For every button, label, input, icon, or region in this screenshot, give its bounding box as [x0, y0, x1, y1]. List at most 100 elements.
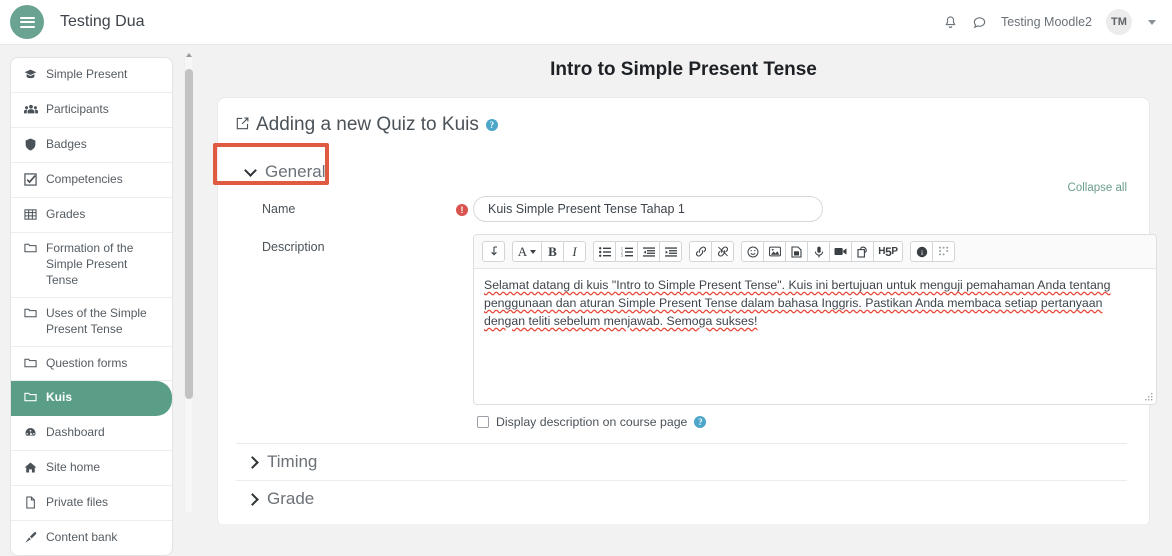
link-icon[interactable] — [689, 241, 712, 262]
sidebar-item-grades[interactable]: Grades — [11, 198, 172, 233]
folder-icon — [23, 391, 38, 403]
svg-text:i: i — [920, 247, 922, 256]
insert-image-icon[interactable] — [763, 241, 786, 262]
sidebar-item-question-forms[interactable]: Question forms — [11, 347, 172, 382]
manage-embedded-files-icon[interactable] — [851, 241, 874, 262]
hamburger-icon[interactable] — [10, 5, 44, 39]
toolbar-group-undo — [482, 241, 505, 262]
description-text: Selamat datang di kuis "Intro to Simple … — [484, 278, 1111, 328]
italic-icon[interactable]: I — [563, 241, 586, 262]
description-editor: A B I 123 H 5 P i Selamat datang di kuis… — [473, 234, 1157, 405]
file-icon — [23, 496, 38, 509]
sidebar-item-formation-of-the-simple-present-tense[interactable]: Formation of the Simple Present Tense — [11, 233, 172, 298]
outdent-icon[interactable] — [637, 241, 660, 262]
section-label: General — [265, 162, 326, 181]
record-video-icon[interactable] — [829, 241, 852, 262]
paragraph-style-icon[interactable]: A — [512, 241, 542, 262]
indent-icon[interactable] — [659, 241, 682, 262]
avatar[interactable]: TM — [1106, 9, 1132, 35]
emoticon-icon[interactable] — [741, 241, 764, 262]
help-circle-icon[interactable]: ? — [694, 416, 707, 428]
help-circle-icon[interactable]: ? — [485, 119, 498, 131]
sidebar-item-private-files[interactable]: Private files — [11, 486, 172, 522]
h5p-icon[interactable]: H5P — [873, 241, 903, 262]
section-label: Grade — [267, 489, 315, 508]
undo-redo-icon[interactable] — [482, 241, 505, 262]
main-content: Intro to Simple Present Tense Adding a n… — [205, 45, 1172, 524]
unlink-icon[interactable] — [711, 241, 734, 262]
folder-icon — [23, 357, 38, 369]
section-header-general[interactable]: General — [236, 154, 1127, 190]
sidebar-item-label: Kuis — [46, 390, 73, 405]
edit-square-icon — [236, 117, 249, 133]
description-textarea[interactable]: Selamat datang di kuis "Intro to Simple … — [474, 269, 1156, 404]
field-row-description: Description A B I 1 2 3 H 5 P i Selamat … — [236, 234, 1157, 405]
sidebar-item-label: Uses of the Simple Present Tense — [46, 305, 147, 336]
resize-grip-icon[interactable] — [1143, 391, 1154, 402]
required-exclamation-icon: ! — [451, 196, 473, 216]
table-grid-icon — [23, 208, 38, 221]
bullet-list-icon[interactable] — [593, 241, 616, 262]
chat-bubble-icon[interactable] — [972, 15, 987, 30]
sidebar-item-label: Site home — [46, 460, 101, 475]
home-icon — [23, 461, 38, 474]
section-header-grade[interactable]: Grade — [236, 481, 1127, 517]
display-description-row: Display description on course page ? — [236, 415, 1127, 429]
sidebar-item-uses-of-the-simple-present-tense[interactable]: Uses of the Simple Present Tense — [11, 298, 172, 347]
bell-icon[interactable] — [943, 15, 958, 30]
checkbox-checked-icon — [23, 173, 38, 186]
display-description-checkbox[interactable] — [477, 416, 489, 428]
scroll-up-arrow-icon[interactable] — [186, 53, 192, 57]
chevron-down-icon — [244, 163, 257, 177]
manage-files-icon[interactable] — [785, 241, 808, 262]
sidebar-item-content-bank[interactable]: Content bank — [11, 521, 172, 555]
quiz-form-card: Adding a new Quiz to Kuis ? Collapse all… — [217, 97, 1157, 524]
sidebar-item-competencies[interactable]: Competencies — [11, 163, 172, 198]
numbered-list-icon[interactable]: 123 — [615, 241, 638, 262]
name-label: Name — [262, 202, 296, 216]
accessibility-checker-icon[interactable]: i — [910, 241, 933, 262]
paint-brush-icon — [23, 531, 38, 544]
collapse-all-link[interactable]: Collapse all — [1068, 182, 1127, 194]
scrollbar-thumb[interactable] — [185, 69, 193, 399]
section-header-timing[interactable]: Timing — [236, 444, 1127, 480]
screenreader-helper-icon[interactable] — [932, 241, 955, 262]
sidebar-item-dashboard[interactable]: Dashboard — [11, 416, 172, 452]
chevron-right-icon — [246, 455, 259, 469]
chevron-right-icon — [246, 492, 259, 506]
sidebar-scrollbar[interactable] — [184, 53, 193, 512]
sidebar-item-label: Simple Present — [46, 67, 128, 81]
navbar-right-group: Testing Moodle2 TM — [943, 9, 1156, 35]
form-heading-text: Adding a new Quiz to Kuis — [256, 114, 479, 135]
sidebar-item-label: Grades — [46, 206, 86, 221]
bold-icon[interactable]: B — [541, 241, 564, 262]
toolbar-group-style: A B I — [512, 241, 586, 262]
sidebar-item-label: Private files — [46, 495, 109, 510]
sidebar: Simple Present Participants Badges Compe… — [0, 45, 205, 556]
editor-toolbar: A B I 123 H 5 P i — [474, 235, 1156, 269]
folder-icon — [23, 242, 38, 254]
toolbar-group-media: H5P — [741, 241, 903, 262]
sidebar-item-label: Participants — [46, 101, 109, 116]
description-label: Description — [262, 240, 325, 254]
sidebar-item-kuis[interactable]: Kuis — [11, 381, 172, 417]
form-heading: Adding a new Quiz to Kuis ? — [236, 114, 1127, 136]
sidebar-item-label: Formation of the Simple Present Tense — [46, 240, 134, 287]
user-name-label[interactable]: Testing Moodle2 — [1001, 15, 1092, 29]
record-audio-icon[interactable] — [807, 241, 830, 262]
sidebar-item-badges[interactable]: Badges — [11, 128, 172, 163]
chevron-down-icon[interactable] — [1148, 19, 1156, 25]
sidebar-item-label: Question forms — [46, 355, 128, 370]
top-navbar: Testing Dua Testing Moodle2 TM — [0, 0, 1172, 45]
graduation-cap-icon — [23, 68, 38, 81]
sidebar-item-label: Badges — [46, 136, 87, 151]
sidebar-item-site-home[interactable]: Site home — [11, 451, 172, 487]
people-group-icon — [23, 103, 38, 116]
sidebar-nav-list: Simple Present Participants Badges Compe… — [10, 57, 173, 556]
sidebar-item-participants[interactable]: Participants — [11, 93, 172, 128]
section-label: Timing — [267, 452, 318, 471]
shield-icon — [23, 138, 38, 151]
name-input[interactable] — [473, 196, 823, 222]
sidebar-item-simple-present[interactable]: Simple Present — [11, 58, 172, 93]
